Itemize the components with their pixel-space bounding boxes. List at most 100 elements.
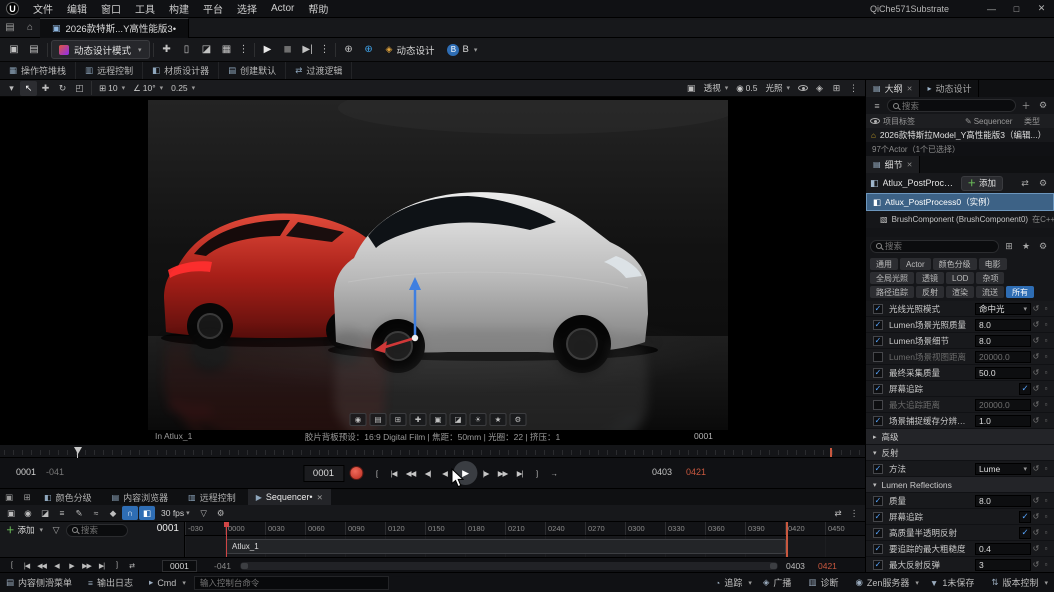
output-log-button[interactable]: ≡ 输出日志 — [88, 576, 139, 589]
property-value[interactable]: Lume — [975, 463, 1031, 475]
override-checkbox[interactable]: ✓ — [873, 512, 883, 522]
property-row[interactable]: ✓ 方法 Lume ↺ ▫ — [866, 461, 1054, 477]
grid-overlay-icon[interactable]: ⊞ — [390, 413, 407, 426]
component-tree-item[interactable]: ▧ BrushComponent (BrushComponent0) 在C++中 — [866, 211, 1054, 228]
set-playback-start-button[interactable]: [ — [368, 464, 385, 482]
details-search-input[interactable] — [885, 241, 993, 251]
grid-snap-dropdown[interactable]: ⊞ 10 ▾ — [95, 83, 129, 94]
tab-details[interactable]: ▤ 细节 ✕ — [866, 156, 920, 173]
reset-icon[interactable]: ↺ — [1031, 512, 1041, 521]
extra-options-icon[interactable]: ▫ — [1041, 384, 1051, 393]
reset-icon[interactable]: ↺ — [1031, 416, 1041, 425]
camera-speed-button[interactable]: ◉ 0.5 — [732, 83, 761, 94]
reset-icon[interactable]: ↺ — [1031, 352, 1041, 361]
颜色分级[interactable]: 颜色分级 — [933, 258, 977, 270]
property-row[interactable]: ✓ 高质量半透明反射 ✓ ↺ ▫ — [866, 525, 1054, 541]
section-expander-icon[interactable]: ▸ — [873, 433, 877, 441]
material-designer-button[interactable]: ◧ 材质设计器 — [143, 62, 219, 79]
prev-key-button[interactable]: ◀◀ — [34, 559, 49, 573]
step-forward-button[interactable]: |▶ — [477, 464, 494, 482]
jump-to-start-button[interactable]: |◀ — [385, 464, 402, 482]
property-row[interactable]: ✓ 光线光照模式 命中光 ↺ ▫ — [866, 301, 1054, 317]
screenshot-icon[interactable]: ▣ — [430, 413, 447, 426]
play-options-icon[interactable]: ⋮ — [318, 40, 332, 60]
add-track-button[interactable]: ＋ 添加 ▾ — [3, 524, 46, 536]
details-swap-icon[interactable]: ⇄ — [1018, 176, 1032, 190]
timeline-scrubber[interactable] — [0, 444, 865, 458]
edit-icon[interactable]: ✎ — [71, 506, 87, 520]
panel-layout-icon[interactable]: ⊞ — [18, 490, 36, 505]
editor-mode-dropdown[interactable]: 动态设计模式 ▾ — [51, 40, 150, 59]
keyframe-icon[interactable]: ◆ — [105, 506, 121, 520]
property-row[interactable]: Lumen场景视图距离 20000.0 ↺ ▫ — [866, 349, 1054, 365]
extra-options-icon[interactable]: ▫ — [1041, 560, 1051, 569]
reset-icon[interactable]: ↺ — [1031, 560, 1041, 569]
sequencer-time-field[interactable]: 0001 — [162, 560, 197, 572]
电影[interactable]: 电影 — [979, 258, 1007, 270]
路径追踪[interactable]: 路径追踪 — [870, 286, 914, 298]
recent-assets-icon[interactable]: ▤ — [0, 19, 20, 37]
property-value[interactable]: 1.0 — [975, 415, 1031, 427]
skip-icon[interactable]: ▶| — [298, 40, 318, 60]
next-keyframe-button[interactable]: ▶▶ — [494, 464, 511, 482]
extra-options-icon[interactable]: ▫ — [1041, 352, 1051, 361]
杂项[interactable]: 杂项 — [976, 272, 1004, 284]
sequencer-range-end-marker[interactable] — [786, 522, 788, 557]
component-tree-root-selected[interactable]: ◧ Atlux_PostProcess0（实例） — [866, 193, 1054, 211]
流送[interactable]: 流送 — [976, 286, 1004, 298]
details-favorites-icon[interactable]: ★ — [1019, 239, 1033, 253]
trace-button[interactable]: ◔ 追踪 ▾ — [715, 576, 752, 589]
maximize-button[interactable]: □ — [1004, 0, 1029, 18]
tab-motion-design[interactable]: ▸ 动态设计 — [920, 80, 979, 97]
property-row[interactable]: ✓ 要追踪的最大粗糙度 0.4 ↺ ▫ — [866, 541, 1054, 557]
menu-item[interactable]: 编辑 — [60, 0, 94, 18]
menu-item[interactable]: 工具 — [128, 0, 162, 18]
viewport-options-icon[interactable]: ▾ — [3, 81, 20, 96]
level-viewport[interactable]: ◉▤⊞✚▣◪☀★⚙ In Atlux_1 胶片背板预设：16:9 Digital… — [0, 97, 865, 444]
cinematics-icon[interactable]: ◪ — [197, 40, 217, 60]
details-display-icon[interactable]: ⊞ — [1002, 239, 1016, 253]
menu-item[interactable]: 文件 — [26, 0, 60, 18]
extra-options-icon[interactable]: ▫ — [1041, 400, 1051, 409]
reset-icon[interactable]: ↺ — [1031, 384, 1041, 393]
panel-dock-icon[interactable]: ▣ — [0, 490, 18, 505]
close-icon[interactable]: ✕ — [907, 85, 913, 93]
tab-outliner[interactable]: ▤ 大纲 ✕ — [866, 80, 920, 97]
override-checkbox[interactable]: ✓ — [873, 336, 883, 346]
property-value[interactable]: ✓ — [1019, 511, 1031, 523]
play-level-icon[interactable]: ▶ — [258, 40, 278, 60]
extra-options-icon[interactable]: ▫ — [1041, 528, 1051, 537]
property-row[interactable]: ✓ 场景捕捉缓存分辨率缩放 1.0 ↺ ▫ — [866, 413, 1054, 429]
subsequence-clip[interactable]: Atlux_1 — [226, 539, 786, 554]
property-row[interactable]: ✓ Lumen场景细节 8.0 ↺ ▫ — [866, 333, 1054, 349]
tab-remote-control[interactable]: ▥ 远程控制 — [180, 489, 248, 505]
unsaved-button[interactable]: ▼ 1未保存 — [930, 576, 980, 589]
property-value[interactable]: 20000.0 — [975, 351, 1031, 363]
override-checkbox[interactable]: ✓ — [873, 528, 883, 538]
curve-editor-icon[interactable]: ≈ — [88, 506, 104, 520]
visibility-eye-icon[interactable] — [870, 118, 880, 124]
sequencer-current-time[interactable]: 0001 — [157, 523, 179, 534]
override-checkbox[interactable]: ✓ — [873, 560, 883, 570]
perspective-dropdown[interactable]: 透视 ▾ — [700, 82, 733, 94]
move-tool-icon[interactable]: ✚ — [37, 81, 54, 96]
outliner-search-input[interactable] — [902, 101, 1010, 111]
transition-logic-button[interactable]: ⇄ 过渡逻辑 — [286, 62, 352, 79]
extra-options-icon[interactable]: ▫ — [1041, 544, 1051, 553]
reset-icon[interactable]: ↺ — [1031, 496, 1041, 505]
override-checkbox[interactable]: ✓ — [873, 384, 883, 394]
sequencer-more-icon[interactable]: ⋮ — [846, 506, 862, 520]
menu-item[interactable]: 构建 — [162, 0, 196, 18]
menu-item[interactable]: 选择 — [230, 0, 264, 18]
timeline-range-slider[interactable] — [240, 562, 778, 570]
tab-color-grading[interactable]: ◧ 颜色分级 — [36, 489, 104, 505]
viewport-more-icon[interactable]: ⋮ — [845, 81, 862, 96]
render-movie-icon[interactable]: ◪ — [37, 506, 53, 520]
add-actor-icon[interactable]: ✚ — [157, 40, 177, 60]
override-checkbox[interactable] — [873, 352, 883, 362]
console-input-box[interactable] — [194, 576, 389, 590]
menu-item[interactable]: 窗口 — [94, 0, 128, 18]
override-checkbox[interactable]: ✓ — [873, 368, 883, 378]
camera-icon[interactable]: ◉ — [350, 413, 367, 426]
details-settings-icon[interactable]: ⚙ — [1036, 176, 1050, 190]
